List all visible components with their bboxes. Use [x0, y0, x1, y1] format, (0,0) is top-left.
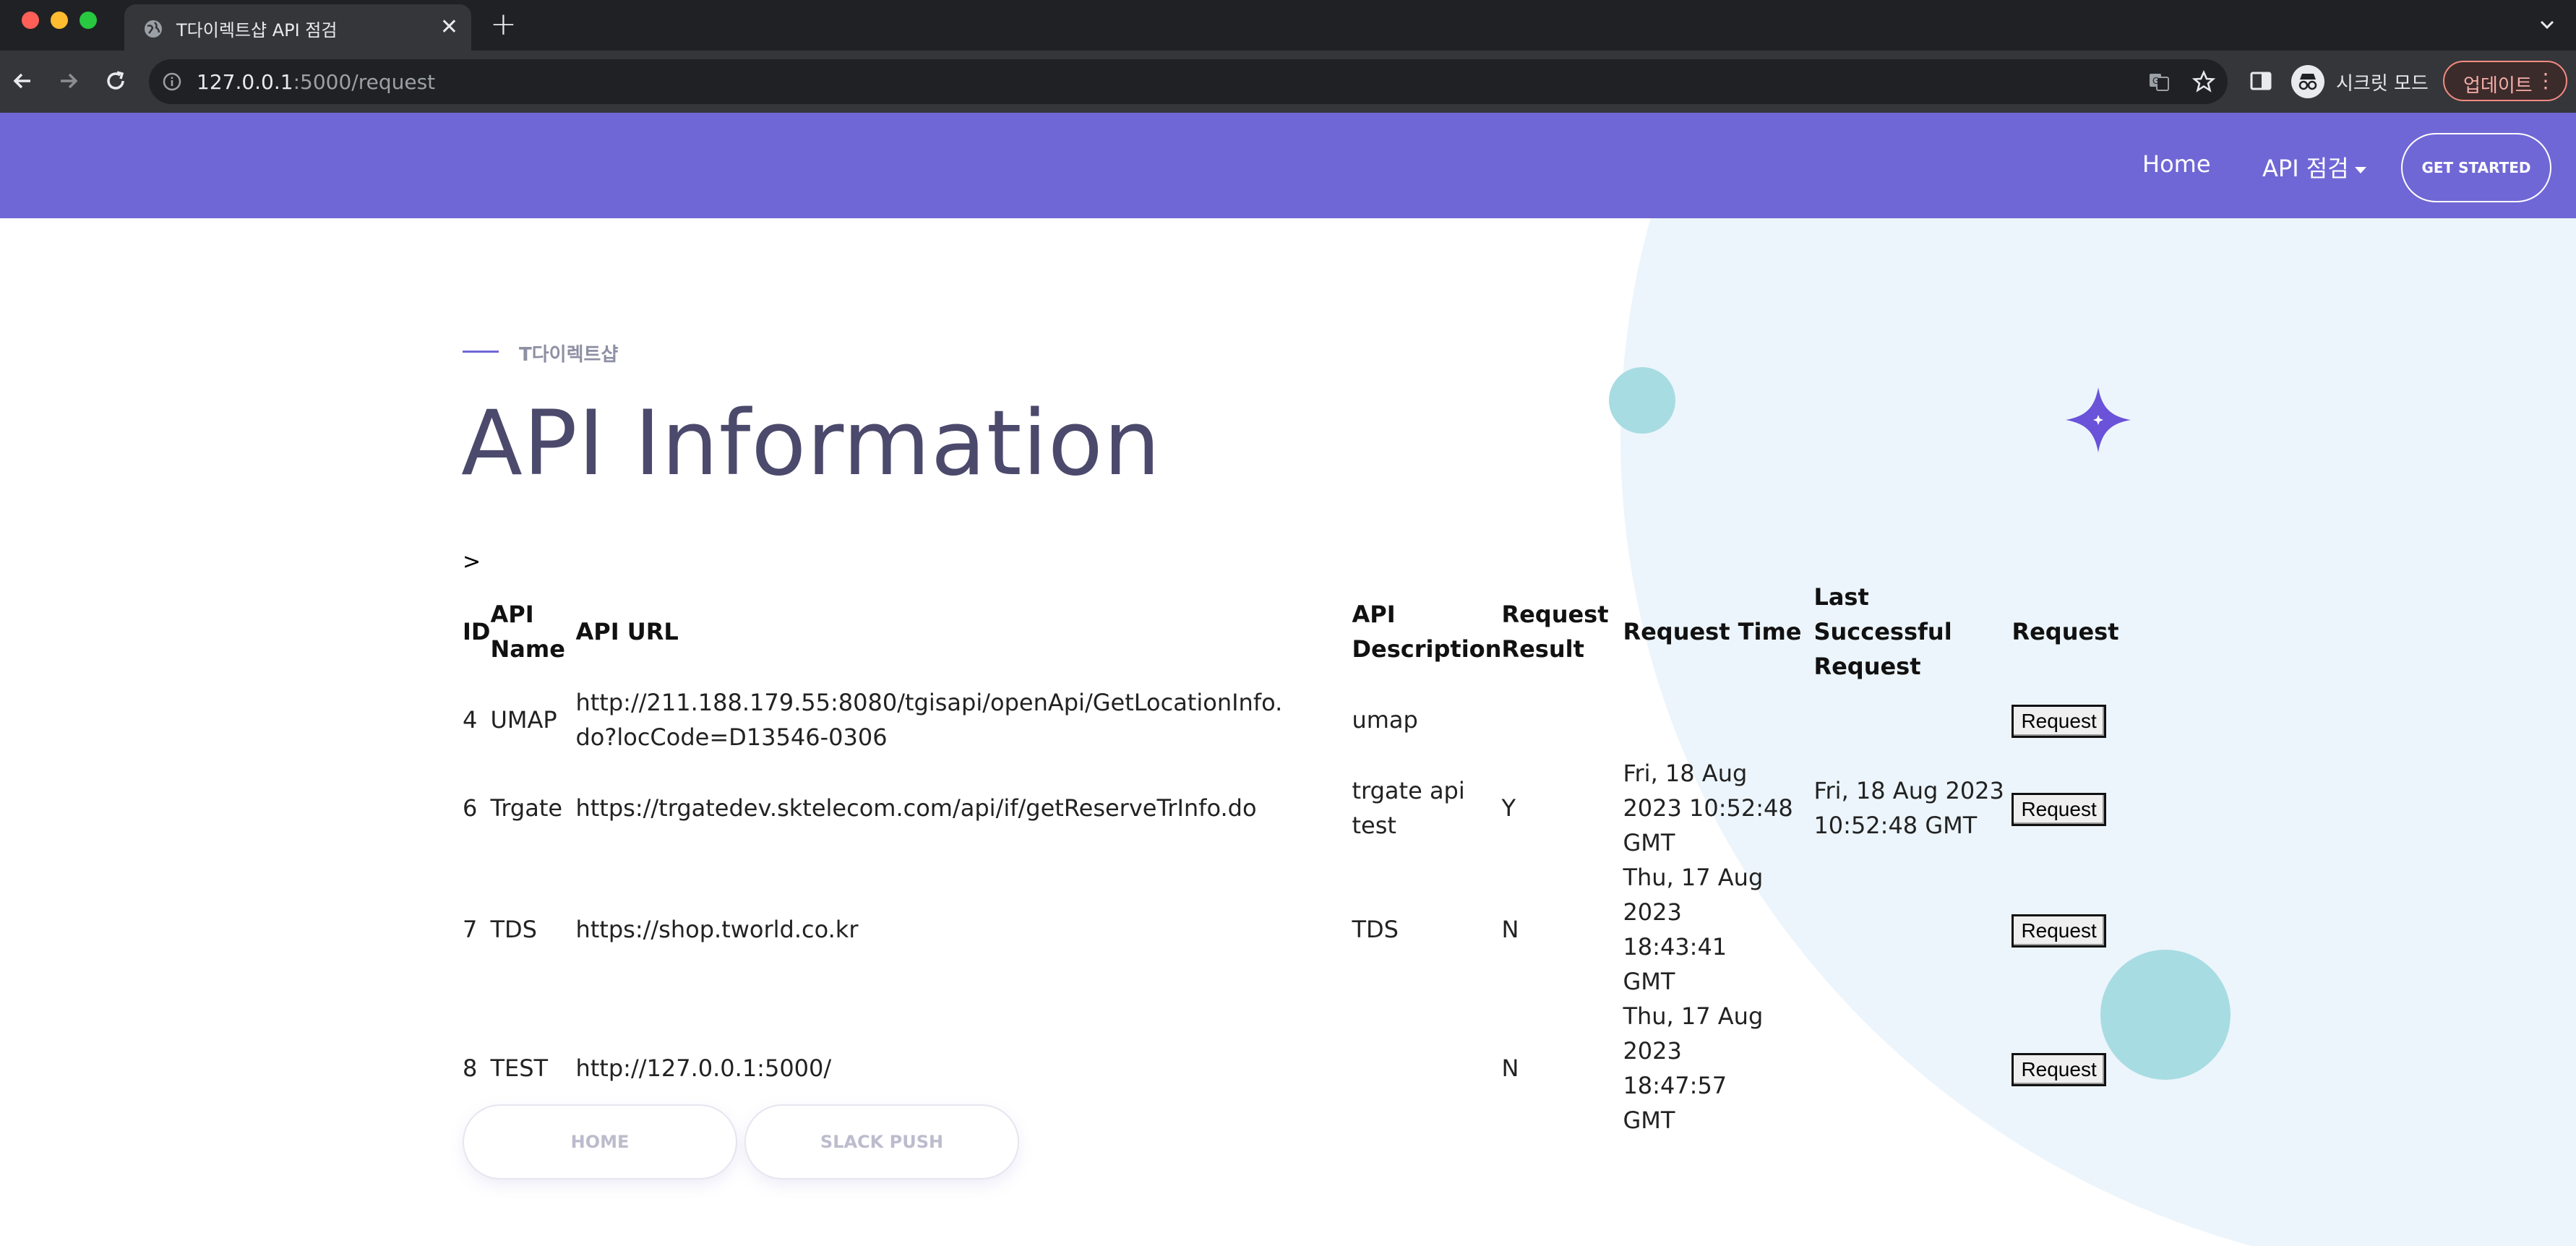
url-text: 127.0.0.1:5000/request — [197, 70, 435, 94]
cell-time — [1623, 684, 1813, 756]
prompt-glyph: > — [463, 549, 481, 575]
cell-result — [1501, 684, 1623, 756]
col-api-description: API Description — [1352, 601, 1502, 663]
col-api-url: API URL — [575, 618, 679, 645]
url-host: 127.0.0.1 — [197, 70, 293, 94]
col-request: Request — [2012, 618, 2119, 645]
url-path: :5000/request — [293, 70, 436, 94]
api-table: ID API Name API URL API Description Requ… — [463, 580, 2127, 1138]
forward-arrow-icon[interactable] — [53, 66, 82, 95]
nav-api-dropdown[interactable]: API 점검 — [2262, 150, 2366, 184]
cell-request: Request — [2012, 756, 2127, 860]
svg-text:G: G — [2152, 76, 2159, 86]
cell-name: UMAP — [490, 706, 557, 734]
update-label: 업데이트 — [2463, 75, 2533, 97]
incognito-icon — [2291, 65, 2324, 98]
col-api-name: API Name — [490, 601, 565, 663]
cell-time: Thu, 17 Aug 2023 18:47:57 GMT — [1623, 1002, 1764, 1134]
request-button[interactable]: Request — [2012, 914, 2106, 948]
cell-id: 4 — [463, 706, 478, 734]
sparkle-star-icon — [2066, 387, 2131, 452]
maximize-window-button[interactable] — [80, 12, 97, 29]
cell-desc: trgate api test — [1352, 777, 1465, 839]
col-last-successful: Last Successful Request — [1813, 583, 1952, 680]
eyebrow-text: T다이렉트샵 — [519, 344, 619, 366]
page-title: API Information — [461, 392, 1162, 496]
nav-api-label: API 점검 — [2262, 155, 2349, 182]
cell-desc: TDS — [1352, 916, 1399, 943]
cell-url: https://shop.tworld.co.kr — [575, 916, 859, 943]
cell-result: Y — [1501, 794, 1516, 822]
request-button[interactable]: Request — [2012, 704, 2106, 738]
tab-title: T다이렉트샵 API 점검 — [176, 20, 338, 40]
cell-result: N — [1501, 1054, 1519, 1082]
cell-name: TDS — [490, 916, 537, 943]
cell-request: Request — [2012, 999, 2127, 1138]
browser-toolbar: 127.0.0.1:5000/request G 시크릿 모드 업데이트 ⋮ — [0, 51, 2576, 113]
col-request-result: Request Result — [1501, 601, 1609, 663]
more-menu-icon[interactable]: ⋮ — [2536, 69, 2556, 93]
cell-desc: umap — [1352, 706, 1418, 734]
update-button[interactable]: 업데이트 ⋮ — [2443, 61, 2567, 101]
request-button[interactable]: Request — [2012, 1052, 2106, 1086]
cell-time: Thu, 17 Aug 2023 18:43:41 GMT — [1623, 864, 1764, 995]
cell-request: Request — [2012, 684, 2127, 756]
eyebrow-line — [463, 351, 499, 353]
browser-tab[interactable]: T다이렉트샵 API 점검 ✕ — [124, 4, 471, 51]
cell-last — [1813, 999, 2012, 1138]
cell-url: http://211.188.179.55:8080/tgisapi/openA… — [575, 689, 1283, 751]
bookmark-star-icon[interactable] — [2191, 69, 2216, 94]
close-window-button[interactable] — [22, 12, 39, 29]
incognito-indicator[interactable]: 시크릿 모드 — [2291, 65, 2429, 98]
table-row: 7 TDS https://shop.tworld.co.kr TDS N Th… — [463, 860, 2127, 999]
main-content: T다이렉트샵 API Information > ID API Name API… — [0, 218, 2576, 1246]
slack-push-button[interactable]: SLACK PUSH — [744, 1104, 1019, 1180]
address-bar[interactable]: 127.0.0.1:5000/request G — [149, 59, 2228, 104]
site-header: Home API 점검 GET STARTED — [0, 113, 2576, 218]
table-row: 4 UMAP http://211.188.179.55:8080/tgisap… — [463, 684, 2127, 756]
col-request-time: Request Time — [1623, 618, 1802, 645]
cell-last: Fri, 18 Aug 2023 10:52:48 GMT — [1813, 777, 2004, 839]
cell-request: Request — [2012, 860, 2127, 999]
get-started-button[interactable]: GET STARTED — [2401, 133, 2551, 202]
cell-id: 7 — [463, 916, 478, 943]
cell-url: https://trgatedev.sktelecom.com/api/if/g… — [575, 794, 1257, 822]
tab-search-chevron-icon[interactable] — [2537, 14, 2557, 35]
cell-desc — [1352, 999, 1501, 1138]
cell-last — [1813, 684, 2012, 756]
site-info-icon[interactable] — [162, 72, 182, 92]
cell-name: Trgate — [490, 794, 563, 822]
translate-icon[interactable]: G — [2147, 69, 2171, 94]
table-row: 6 Trgate https://trgatedev.sktelecom.com… — [463, 756, 2127, 860]
cell-result: N — [1501, 916, 1519, 943]
tab-close-icon[interactable]: ✕ — [440, 13, 458, 42]
new-tab-button[interactable]: + — [490, 9, 517, 40]
decorative-circle — [1609, 367, 1675, 434]
table-header-row: ID API Name API URL API Description Requ… — [463, 580, 2127, 684]
side-panel-icon[interactable] — [2248, 68, 2274, 94]
cell-id: 6 — [463, 794, 478, 822]
cell-last — [1813, 860, 2012, 999]
request-button[interactable]: Request — [2012, 792, 2106, 826]
home-button[interactable]: HOME — [463, 1104, 737, 1180]
incognito-label: 시크릿 모드 — [2336, 72, 2429, 95]
browser-tabstrip: T다이렉트샵 API 점검 ✕ + — [0, 0, 2576, 51]
col-id: ID — [463, 618, 491, 645]
nav-home-link[interactable]: Home — [2142, 150, 2211, 178]
minimize-window-button[interactable] — [51, 12, 68, 29]
cell-time: Fri, 18 Aug 2023 10:52:48 GMT — [1623, 760, 1793, 856]
back-arrow-icon[interactable] — [9, 66, 38, 95]
caret-down-icon — [2354, 166, 2366, 173]
reload-icon[interactable] — [101, 66, 130, 95]
globe-icon — [145, 20, 162, 38]
